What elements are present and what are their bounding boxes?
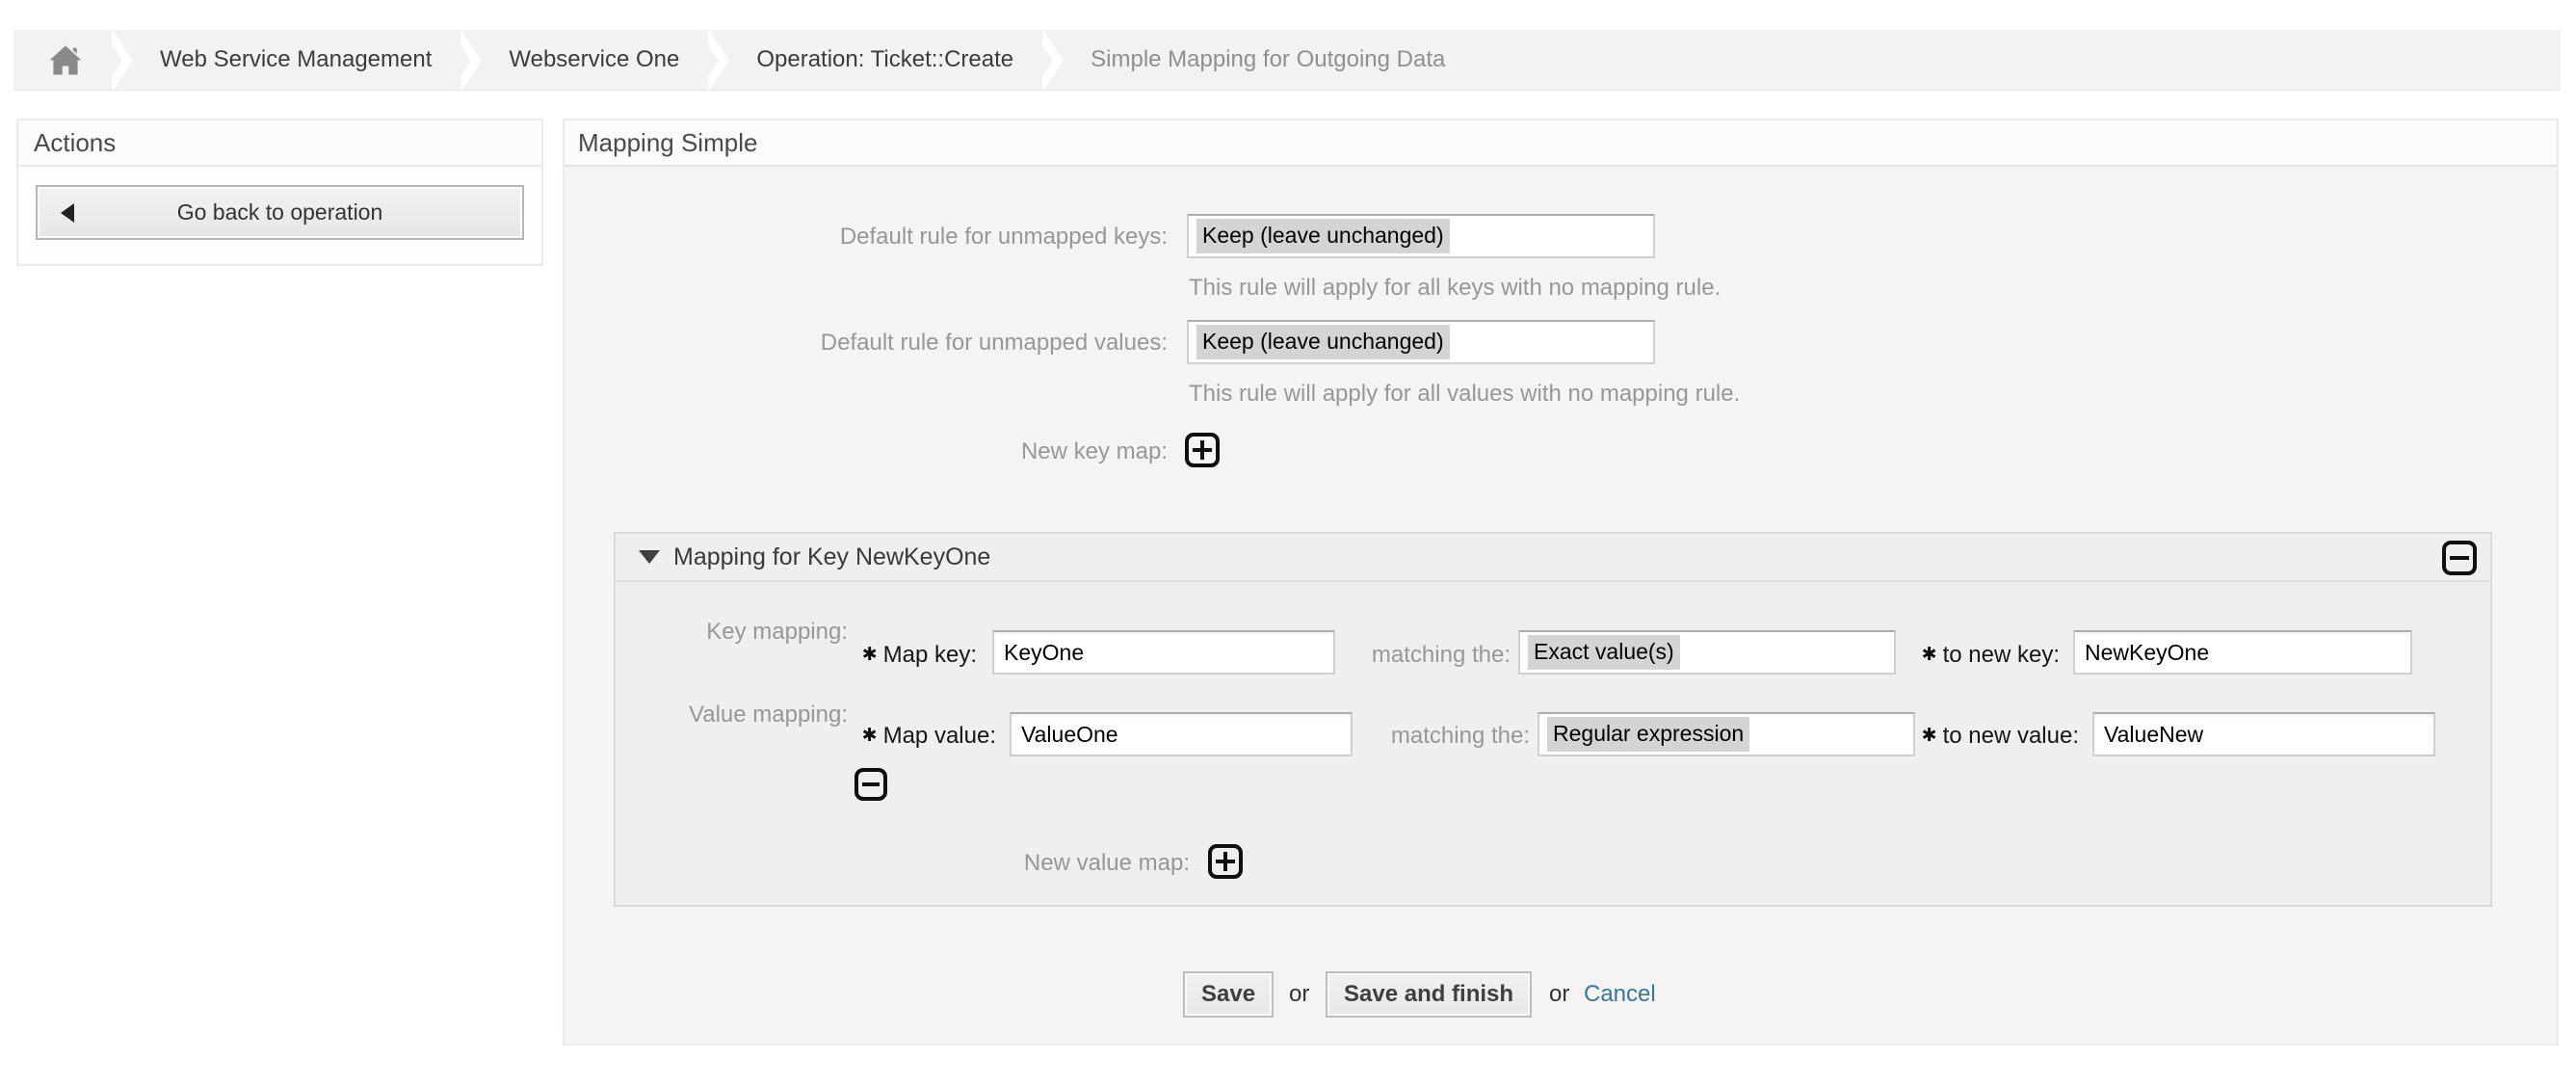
default-values-selected-value: Keep (leave unchanged) [1196, 325, 1450, 359]
to-new-key-input[interactable] [2073, 630, 2412, 675]
go-back-button-label: Go back to operation [177, 199, 383, 225]
to-new-key-label: ✱to new key: [1867, 642, 2060, 669]
required-marker: ✱ [1922, 726, 1937, 746]
value-match-type-select[interactable]: Regular expression [1538, 712, 1915, 756]
breadcrumb-separator-icon [1042, 30, 1064, 91]
go-back-to-operation-button[interactable]: Go back to operation [36, 185, 524, 240]
mapping-widget-header[interactable]: Mapping for Key NewKeyOne [616, 534, 2490, 582]
default-values-hint: This rule will apply for all values with… [1189, 381, 1740, 408]
page: Web Service Management Webservice One Op… [0, 0, 2576, 1086]
collapse-widget-icon[interactable] [2442, 541, 2477, 575]
mapping-simple-content: Default rule for unmapped keys: Keep (le… [565, 167, 2557, 1042]
actions-panel: Actions Go back to operation [16, 119, 543, 266]
new-value-map-label: New value map: [949, 850, 1190, 877]
actions-panel-title: Actions [18, 120, 541, 167]
map-key-input[interactable] [992, 630, 1335, 675]
mapping-simple-panel: Mapping Simple Default rule for unmapped… [563, 119, 2559, 1046]
default-values-label: Default rule for unmapped values: [590, 330, 1168, 357]
value-matching-label: matching the: [1337, 723, 1530, 750]
required-marker: ✱ [862, 645, 878, 665]
value-match-type-value: Regular expression [1547, 717, 1749, 752]
key-match-type-select[interactable]: Exact value(s) [1518, 630, 1896, 675]
breadcrumb-separator-icon [112, 30, 133, 91]
save-and-finish-button[interactable]: Save and finish [1326, 971, 1532, 1018]
map-key-label: ✱Map key: [688, 642, 977, 669]
breadcrumb-item-current: Simple Mapping for Outgoing Data [1091, 46, 1445, 73]
breadcrumb-item-webservice-one[interactable]: Webservice One [509, 46, 679, 73]
or-text: or [1549, 981, 1569, 1008]
required-marker: ✱ [1922, 645, 1937, 665]
default-keys-selected-value: Keep (leave unchanged) [1196, 219, 1450, 253]
map-value-input[interactable] [1010, 712, 1353, 756]
triangle-down-icon [639, 550, 660, 564]
add-value-map-icon[interactable] [1208, 844, 1243, 879]
breadcrumb-separator-icon [708, 30, 729, 91]
breadcrumb-item-operation-ticket-create[interactable]: Operation: Ticket::Create [756, 46, 1013, 73]
required-marker: ✱ [862, 726, 878, 746]
cancel-link[interactable]: Cancel [1584, 981, 1656, 1008]
default-keys-hint: This rule will apply for all keys with n… [1189, 275, 1721, 302]
breadcrumb: Web Service Management Webservice One Op… [13, 30, 2561, 91]
default-values-select[interactable]: Keep (leave unchanged) [1187, 320, 1655, 364]
breadcrumb-separator-icon [460, 30, 482, 91]
map-value-label: ✱Map value: [707, 723, 996, 750]
default-keys-select[interactable]: Keep (leave unchanged) [1187, 214, 1655, 258]
actions-panel-content: Go back to operation [18, 167, 541, 258]
or-text: or [1289, 981, 1309, 1008]
mapping-for-key-widget: Mapping for Key NewKeyOne Key mapping: ✱… [614, 532, 2492, 907]
default-keys-label: Default rule for unmapped keys: [590, 224, 1168, 251]
to-new-value-input[interactable] [2092, 712, 2435, 756]
key-match-type-value: Exact value(s) [1528, 635, 1680, 670]
mapping-widget-title: Mapping for Key NewKeyOne [673, 543, 990, 571]
save-button[interactable]: Save [1183, 971, 1274, 1018]
breadcrumb-item-web-service-management[interactable]: Web Service Management [160, 46, 432, 73]
mapping-simple-title: Mapping Simple [565, 120, 2557, 167]
add-key-map-icon[interactable] [1185, 433, 1220, 467]
triangle-left-icon [61, 203, 74, 223]
key-matching-label: matching the: [1318, 642, 1511, 669]
new-key-map-label: New key map: [590, 438, 1168, 465]
remove-value-mapping-icon[interactable] [854, 768, 887, 801]
home-icon[interactable] [48, 44, 83, 76]
to-new-value-label: ✱to new value: [1886, 723, 2079, 750]
